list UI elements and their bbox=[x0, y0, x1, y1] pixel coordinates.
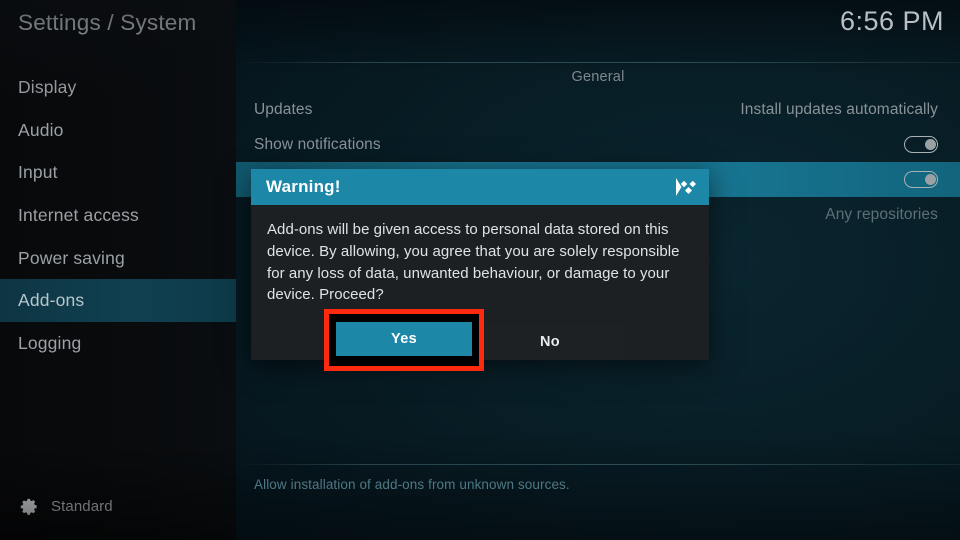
sidebar-item-display[interactable]: Display bbox=[0, 66, 236, 109]
settings-row-value: Any repositories bbox=[825, 205, 938, 223]
sidebar-item-label: Logging bbox=[18, 332, 82, 353]
kodi-logo-icon bbox=[676, 178, 696, 196]
settings-row-label: Updates bbox=[254, 100, 313, 118]
sidebar-item-label: Display bbox=[18, 76, 77, 97]
sidebar-nav-list: Display Audio Input Internet access Powe… bbox=[0, 66, 236, 365]
content-bottom-divider bbox=[236, 464, 960, 465]
sidebar-item-label: Add-ons bbox=[18, 290, 85, 311]
unknown-sources-toggle[interactable] bbox=[904, 171, 938, 188]
sidebar-item-label: Internet access bbox=[18, 204, 139, 225]
sidebar-item-label: Power saving bbox=[18, 247, 125, 268]
content-top-divider bbox=[236, 62, 960, 63]
settings-row-label: Show notifications bbox=[254, 135, 381, 153]
sidebar-item-internet-access[interactable]: Internet access bbox=[0, 194, 236, 237]
sidebar-item-label: Audio bbox=[18, 119, 64, 140]
clock: 6:56 PM bbox=[839, 6, 944, 36]
settings-level-bar[interactable]: Standard bbox=[0, 472, 236, 540]
dialog-header: Warning! bbox=[251, 169, 709, 205]
sidebar-item-label: Input bbox=[18, 162, 58, 183]
sidebar-item-logging[interactable]: Logging bbox=[0, 322, 236, 365]
gear-icon bbox=[20, 498, 37, 515]
settings-sidebar: Settings / System Display Audio Input In… bbox=[0, 0, 236, 540]
sidebar-item-audio[interactable]: Audio bbox=[0, 109, 236, 152]
yes-button-highlight-ring: Yes bbox=[324, 309, 484, 371]
settings-row-show-notifications[interactable]: Show notifications bbox=[236, 127, 960, 162]
toggle-knob bbox=[924, 138, 936, 150]
settings-row-value: Install updates automatically bbox=[740, 100, 938, 118]
yes-button[interactable]: Yes bbox=[336, 322, 472, 356]
settings-level-label: Standard bbox=[51, 497, 113, 515]
kodi-settings-screen: 6:56 PM General Updates Install updates … bbox=[0, 0, 960, 540]
settings-help-text: Allow installation of add-ons from unkno… bbox=[254, 477, 570, 492]
page-title: Settings / System bbox=[18, 10, 197, 35]
sidebar-item-add-ons[interactable]: Add-ons bbox=[0, 279, 236, 323]
no-button[interactable]: No bbox=[477, 324, 623, 360]
show-notifications-toggle[interactable] bbox=[904, 136, 938, 153]
dialog-title: Warning! bbox=[266, 177, 341, 196]
settings-row-updates[interactable]: Updates Install updates automatically bbox=[236, 92, 960, 127]
sidebar-item-power-saving[interactable]: Power saving bbox=[0, 237, 236, 280]
toggle-knob bbox=[924, 173, 936, 185]
settings-group-header: General bbox=[571, 69, 625, 85]
dialog-message: Add-ons will be given access to personal… bbox=[267, 221, 680, 304]
sidebar-item-input[interactable]: Input bbox=[0, 151, 236, 194]
